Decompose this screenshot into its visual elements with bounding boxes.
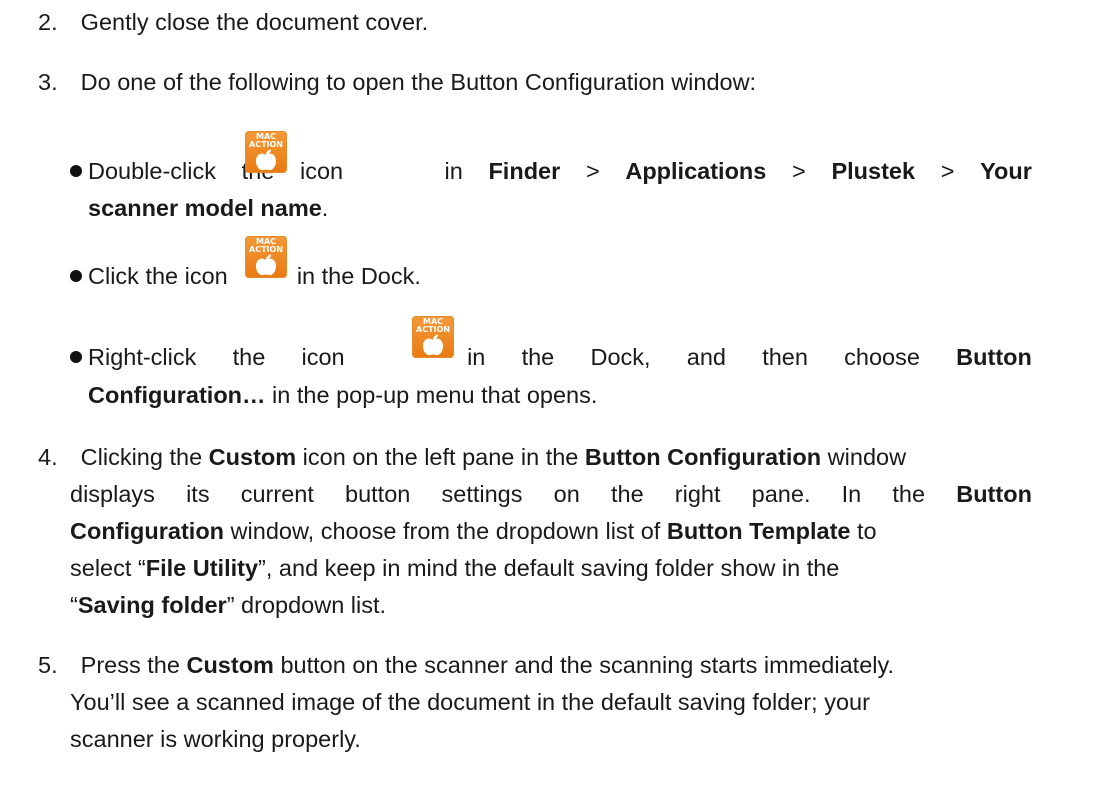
step-4-line-4: select “File Utility”, and keep in mind … — [70, 554, 839, 582]
apple-glyph — [256, 254, 276, 276]
saving-folder-label: Saving folder — [77, 592, 227, 618]
configuration-label: Configuration — [70, 518, 225, 544]
button-template-label: Button Template — [666, 518, 851, 544]
word: its — [186, 481, 210, 507]
bullet-dot — [70, 165, 82, 177]
scanner-model-label: scanner model name — [88, 195, 322, 221]
your-label: Your — [980, 158, 1032, 184]
step-3: 3. Do one of the following to open the B… — [38, 68, 756, 96]
bullet-3-line-2: Configuration… in the pop-up menu that o… — [88, 381, 597, 409]
word: in — [444, 158, 463, 184]
text: to — [850, 518, 877, 544]
text: “ — [70, 592, 78, 618]
step-4-line-5: “Saving folder” dropdown list. — [70, 591, 386, 619]
word: Dock, — [590, 344, 651, 370]
custom-label: Custom — [186, 652, 274, 678]
word: In — [841, 481, 862, 507]
text: in the pop-up menu that opens. — [265, 382, 598, 408]
step-text: Gently close the document cover. — [80, 9, 429, 35]
text: button on the scanner and the scanning s… — [273, 652, 895, 678]
icon-label-bottom: ACTION — [416, 325, 450, 334]
period: . — [321, 195, 329, 221]
step-4-line-2: displays its current button settings on … — [70, 480, 1032, 508]
word: Double-click — [88, 158, 216, 184]
applications-label: Applications — [625, 158, 767, 184]
mac-action-icon: MAC ACTION — [245, 131, 287, 173]
text: icon on the left pane in the — [296, 444, 585, 470]
separator: > — [585, 158, 600, 184]
word: current — [240, 481, 314, 507]
plustek-label: Plustek — [831, 158, 916, 184]
word: right — [674, 481, 721, 507]
word: icon — [300, 158, 344, 184]
word: and — [686, 344, 726, 370]
text: select “ — [70, 555, 146, 581]
word: then — [762, 344, 808, 370]
apple-glyph — [423, 334, 443, 356]
step-number: 3. — [38, 69, 58, 95]
text: ” dropdown list. — [226, 592, 387, 618]
bullet-3-line-1: Right-click the icon in the Dock, and th… — [88, 343, 1032, 371]
word: icon — [301, 344, 345, 370]
bullet-1-line-2: scanner model name. — [88, 194, 328, 222]
mac-action-icon: MAC ACTION — [245, 236, 287, 278]
word: Right-click — [88, 344, 197, 370]
text: Click the icon — [88, 263, 228, 289]
apple-glyph — [256, 149, 276, 171]
word: on — [553, 481, 580, 507]
bullet-1-line-1: Double-click the icon in Finder > Applic… — [88, 157, 1032, 185]
step-5-line-1: 5. Press the Custom button on the scanne… — [38, 651, 894, 679]
configuration-label: Configuration… — [88, 382, 266, 408]
bullet-dot — [70, 351, 82, 363]
step-5-line-3: scanner is working properly. — [70, 726, 361, 752]
finder-label: Finder — [488, 158, 561, 184]
text: ”, and keep in mind the default saving f… — [258, 555, 840, 581]
step-2: 2. Gently close the document cover. — [38, 8, 428, 36]
text: window, choose from the dropdown list of — [224, 518, 667, 544]
step-4-line-1: 4. Clicking the Custom icon on the left … — [38, 443, 906, 471]
step-number: 4. — [38, 444, 58, 470]
icon-label-bottom: ACTION — [249, 245, 283, 254]
word: in — [467, 344, 486, 370]
step-number: 5. — [38, 652, 58, 678]
text: Clicking the — [80, 444, 209, 470]
word: the — [892, 481, 926, 507]
step-4-line-3: Configuration window, choose from the dr… — [70, 517, 877, 545]
word: displays — [70, 481, 155, 507]
word: choose — [844, 344, 920, 370]
word: the — [232, 344, 266, 370]
word: the — [610, 481, 644, 507]
mac-action-icon: MAC ACTION — [412, 316, 454, 358]
word: settings — [441, 481, 523, 507]
button-label: Button — [956, 481, 1032, 507]
word: button — [345, 481, 411, 507]
file-utility-label: File Utility — [145, 555, 259, 581]
separator: > — [792, 158, 806, 184]
bullet-dot — [70, 270, 82, 282]
word: pane. — [751, 481, 811, 507]
step-5-line-2: You’ll see a scanned image of the docume… — [70, 689, 870, 715]
word: the — [521, 344, 555, 370]
text: Press the — [80, 652, 187, 678]
text: window — [821, 444, 907, 470]
icon-label-bottom: ACTION — [249, 140, 283, 149]
separator: > — [940, 158, 955, 184]
button-label: Button — [956, 344, 1032, 370]
step-text: Do one of the following to open the Butt… — [80, 69, 757, 95]
step-number: 2. — [38, 9, 58, 35]
button-configuration-label: Button Configuration — [584, 444, 822, 470]
custom-label: Custom — [208, 444, 297, 470]
text: in the Dock. — [296, 263, 421, 289]
